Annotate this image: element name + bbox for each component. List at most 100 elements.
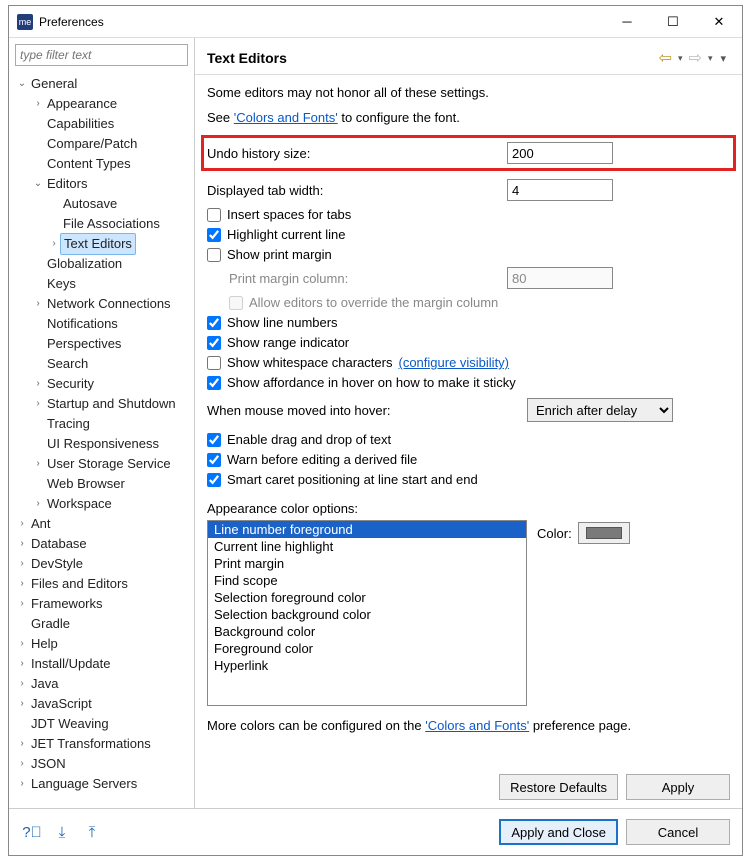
colors-fonts-link-2[interactable]: 'Colors and Fonts' — [425, 718, 529, 733]
chevron-right-icon[interactable]: › — [15, 574, 29, 594]
hover-select[interactable]: Enrich after delay — [527, 398, 673, 422]
chevron-right-icon[interactable]: › — [15, 554, 29, 574]
color-list-item[interactable]: Foreground color — [208, 640, 526, 657]
chevron-right-icon[interactable]: › — [15, 594, 29, 614]
color-list-item[interactable]: Background color — [208, 623, 526, 640]
tree-item[interactable]: ›Language Servers — [13, 774, 194, 794]
color-list-item[interactable]: Selection foreground color — [208, 589, 526, 606]
whitespace-check[interactable] — [207, 356, 221, 370]
tab-width-input[interactable] — [507, 179, 613, 201]
maximize-button[interactable]: ☐ — [650, 6, 696, 38]
chevron-right-icon[interactable]: › — [15, 734, 29, 754]
tree-item[interactable]: ›Security — [13, 374, 194, 394]
restore-defaults-button[interactable]: Restore Defaults — [499, 774, 618, 800]
chevron-right-icon[interactable]: › — [15, 774, 29, 794]
chevron-right-icon[interactable]: › — [15, 634, 29, 654]
tree-item[interactable]: Perspectives — [13, 334, 194, 354]
apply-button[interactable]: Apply — [626, 774, 730, 800]
tree-item[interactable]: Globalization — [13, 254, 194, 274]
tree-item[interactable]: ›Workspace — [13, 494, 194, 514]
show-print-margin-check[interactable] — [207, 248, 221, 262]
color-list-item[interactable]: Find scope — [208, 572, 526, 589]
filter-input[interactable] — [15, 44, 188, 66]
tree-item[interactable]: ›Ant — [13, 514, 194, 534]
color-swatch-button[interactable] — [578, 522, 630, 544]
tree-item[interactable]: ›Text Editors — [13, 234, 194, 254]
chevron-right-icon[interactable]: › — [15, 694, 29, 714]
cancel-button[interactable]: Cancel — [626, 819, 730, 845]
tree-item[interactable]: Search — [13, 354, 194, 374]
chevron-down-icon[interactable]: ⌄ — [15, 74, 29, 94]
dnd-check[interactable] — [207, 433, 221, 447]
color-list-item[interactable]: Selection background color — [208, 606, 526, 623]
chevron-right-icon[interactable]: › — [15, 534, 29, 554]
apply-close-button[interactable]: Apply and Close — [499, 819, 618, 845]
nav-forward-icon[interactable]: ⇨ — [687, 48, 704, 68]
tree-item[interactable]: ›Install/Update — [13, 654, 194, 674]
chevron-right-icon[interactable]: › — [15, 674, 29, 694]
tree-item[interactable]: ›DevStyle — [13, 554, 194, 574]
chevron-right-icon[interactable]: › — [31, 94, 45, 114]
tree-item[interactable]: Gradle — [13, 614, 194, 634]
tree-item[interactable]: Capabilities — [13, 114, 194, 134]
range-indicator-check[interactable] — [207, 336, 221, 350]
color-list-item[interactable]: Hyperlink — [208, 657, 526, 674]
chevron-down-icon[interactable]: ⌄ — [31, 174, 45, 194]
tree-item[interactable]: Tracing — [13, 414, 194, 434]
chevron-right-icon[interactable]: › — [15, 754, 29, 774]
tree-item[interactable]: ›Database — [13, 534, 194, 554]
chevron-right-icon[interactable]: › — [31, 294, 45, 314]
tree-item[interactable]: Content Types — [13, 154, 194, 174]
tree-item[interactable]: ⌄Editors — [13, 174, 194, 194]
tree-item[interactable]: UI Responsiveness — [13, 434, 194, 454]
chevron-right-icon[interactable]: › — [15, 514, 29, 534]
chevron-right-icon[interactable]: › — [47, 234, 61, 254]
tree-item[interactable]: Notifications — [13, 314, 194, 334]
chevron-right-icon[interactable]: › — [15, 654, 29, 674]
highlight-line-check[interactable] — [207, 228, 221, 242]
configure-visibility-link[interactable]: (configure visibility) — [398, 355, 509, 370]
chevron-right-icon[interactable]: › — [31, 394, 45, 414]
nav-back-icon[interactable]: ⇦ — [657, 48, 674, 68]
nav-back-menu[interactable]: ▾ — [674, 53, 687, 64]
tree-item[interactable]: ›Help — [13, 634, 194, 654]
export-icon[interactable]: ⤒ — [81, 821, 103, 843]
warn-derived-check[interactable] — [207, 453, 221, 467]
tree-item[interactable]: ⌄General — [13, 74, 194, 94]
tree-item[interactable]: ›Files and Editors — [13, 574, 194, 594]
color-list-item[interactable]: Current line highlight — [208, 538, 526, 555]
tree-item[interactable]: Autosave — [13, 194, 194, 214]
smart-caret-check[interactable] — [207, 473, 221, 487]
tree-item[interactable]: JDT Weaving — [13, 714, 194, 734]
chevron-right-icon[interactable]: › — [31, 454, 45, 474]
tree-item[interactable]: File Associations — [13, 214, 194, 234]
tree-item[interactable]: ›JSON — [13, 754, 194, 774]
import-icon[interactable]: ⤓ — [51, 821, 73, 843]
tree-item[interactable]: Compare/Patch — [13, 134, 194, 154]
close-button[interactable]: ✕ — [696, 6, 742, 38]
affordance-check[interactable] — [207, 376, 221, 390]
tree-item[interactable]: ›Java — [13, 674, 194, 694]
tree-item[interactable]: ›JavaScript — [13, 694, 194, 714]
tree-item[interactable]: ›Network Connections — [13, 294, 194, 314]
colors-fonts-link[interactable]: 'Colors and Fonts' — [234, 110, 338, 125]
color-options-list[interactable]: Line number foregroundCurrent line highl… — [207, 520, 527, 706]
line-numbers-check[interactable] — [207, 316, 221, 330]
color-list-item[interactable]: Line number foreground — [208, 521, 526, 538]
chevron-right-icon[interactable]: › — [31, 494, 45, 514]
tree-item[interactable]: ›JET Transformations — [13, 734, 194, 754]
tree-item[interactable]: Keys — [13, 274, 194, 294]
view-menu-icon[interactable]: ▾ — [716, 52, 730, 65]
tree-item[interactable]: ›Frameworks — [13, 594, 194, 614]
tree-item[interactable]: ›User Storage Service — [13, 454, 194, 474]
help-icon[interactable]: ?⃝ — [21, 821, 43, 843]
tree-item[interactable]: Web Browser — [13, 474, 194, 494]
nav-forward-menu[interactable]: ▾ — [704, 53, 717, 64]
tree-item[interactable]: ›Startup and Shutdown — [13, 394, 194, 414]
minimize-button[interactable]: ─ — [604, 6, 650, 38]
undo-input[interactable] — [507, 142, 613, 164]
preferences-tree[interactable]: ⌄General›AppearanceCapabilitiesCompare/P… — [9, 72, 194, 808]
tree-item[interactable]: ›Appearance — [13, 94, 194, 114]
insert-spaces-check[interactable] — [207, 208, 221, 222]
color-list-item[interactable]: Print margin — [208, 555, 526, 572]
